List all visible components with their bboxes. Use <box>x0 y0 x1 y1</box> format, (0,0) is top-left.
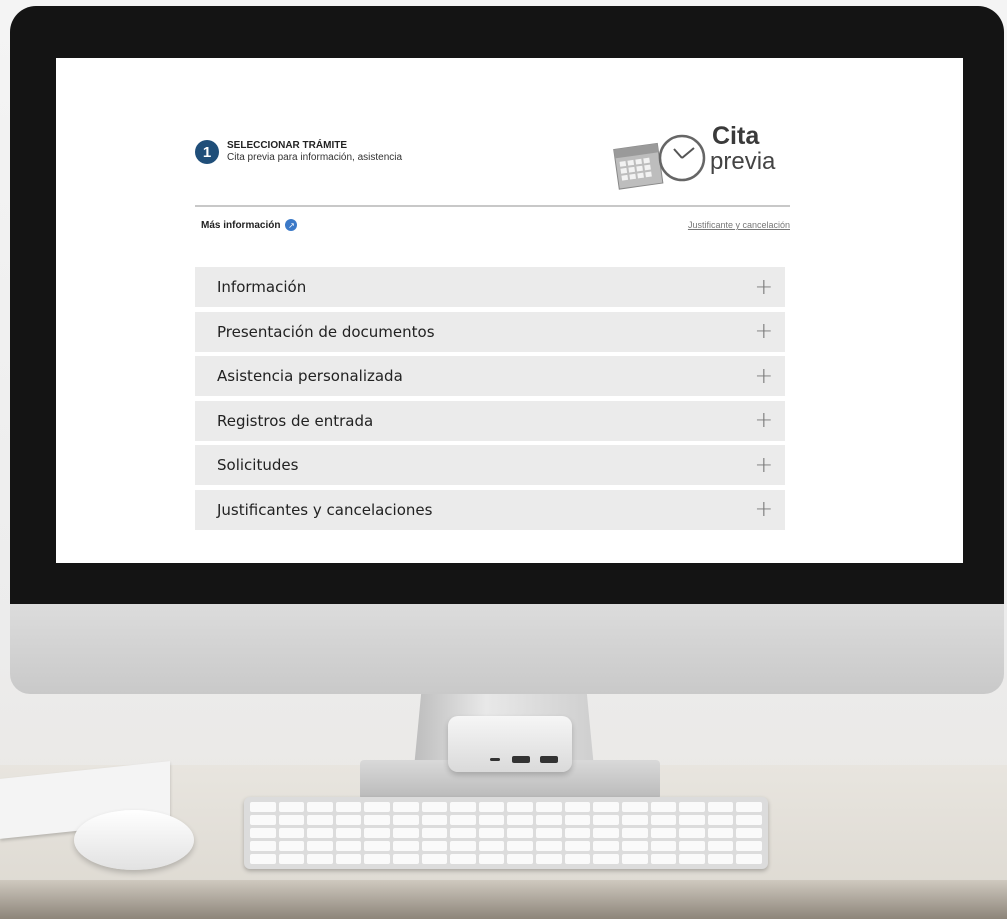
logo-text-cita: Cita <box>712 122 760 150</box>
accordion-item-justificantes[interactable]: Justificantes y cancelaciones + <box>195 489 785 530</box>
accordion-item-label: Justificantes y cancelaciones <box>217 500 433 519</box>
accordion-item-label: Asistencia personalizada <box>217 367 403 385</box>
plus-icon[interactable]: + <box>755 453 773 478</box>
monitor-chin <box>10 604 1004 694</box>
justificante-link[interactable]: Justificante y cancelación <box>688 220 790 230</box>
external-link-icon: ↗ <box>285 219 298 231</box>
accordion-item-solicitudes[interactable]: Solicitudes + <box>195 445 785 485</box>
accordion-item-presentacion[interactable]: Presentación de documentos + <box>195 311 785 352</box>
plus-icon[interactable]: + <box>755 319 773 344</box>
mouse <box>74 810 194 870</box>
step-title: SELECCIONAR TRÁMITE <box>227 140 347 151</box>
plus-icon[interactable]: + <box>755 408 773 433</box>
tramite-accordion: Información + Presentación de documentos… <box>195 267 785 534</box>
plus-icon[interactable]: + <box>755 275 773 300</box>
power-bank <box>448 716 572 772</box>
more-info-link[interactable]: Más información ↗ <box>201 219 298 231</box>
accordion-item-informacion[interactable]: Información + <box>195 267 785 307</box>
divider <box>195 205 790 207</box>
accordion-item-label: Información <box>217 278 307 296</box>
accordion-item-asistencia[interactable]: Asistencia personalizada + <box>195 356 785 396</box>
cita-previa-logo: Cita previa <box>610 122 790 192</box>
calendar-clock-icon <box>613 134 706 190</box>
desk-edge <box>0 880 1007 919</box>
accordion-item-label: Solicitudes <box>217 456 299 474</box>
keyboard <box>244 797 768 869</box>
more-info-label: Más información <box>201 219 281 231</box>
step-number-badge: 1 <box>195 140 219 164</box>
logo-text-previa: previa <box>710 148 776 175</box>
plus-icon[interactable]: + <box>755 364 773 389</box>
plus-icon[interactable]: + <box>755 497 773 522</box>
step-header: 1 SELECCIONAR TRÁMITE Cita previa para i… <box>195 140 402 164</box>
screen: 1 SELECCIONAR TRÁMITE Cita previa para i… <box>56 58 963 563</box>
step-subtitle: Cita previa para información, asistencia <box>227 152 403 163</box>
accordion-item-label: Presentación de documentos <box>217 322 435 341</box>
accordion-item-label: Registros de entrada <box>217 411 374 430</box>
accordion-item-registros[interactable]: Registros de entrada + <box>195 400 785 441</box>
